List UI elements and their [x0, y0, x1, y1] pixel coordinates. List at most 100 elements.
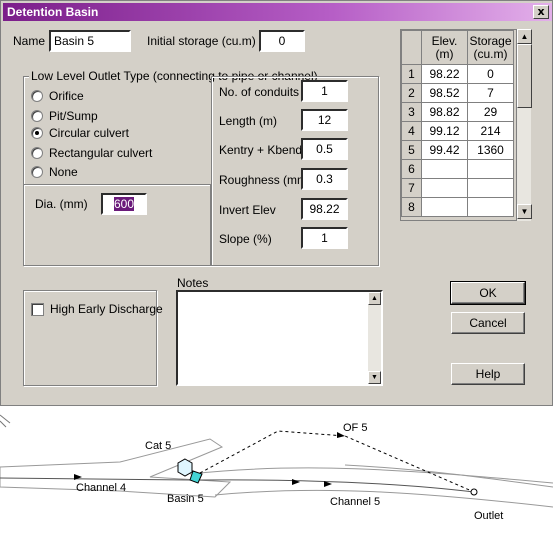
- storage-cell[interactable]: 1360: [467, 140, 514, 160]
- table-row: 8: [401, 197, 514, 217]
- invert-input[interactable]: 98.22: [301, 198, 348, 220]
- elev-cell[interactable]: [421, 178, 468, 198]
- high-early-checkbox[interactable]: High Early Discharge: [31, 302, 163, 316]
- table-row: 2 98.52 7: [401, 83, 514, 103]
- basin-node-icon[interactable]: [177, 458, 193, 477]
- length-label: Length (m): [219, 114, 278, 128]
- radio-label: Circular culvert: [49, 126, 130, 140]
- scroll-thumb[interactable]: [517, 44, 532, 108]
- storage-cell[interactable]: 29: [467, 102, 514, 122]
- kentry-input[interactable]: 0.5: [301, 138, 348, 160]
- channel-bank: [214, 489, 553, 508]
- high-early-label: High Early Discharge: [50, 302, 163, 316]
- kentry-label: Kentry + Kbends: [219, 143, 309, 157]
- row-number: 2: [401, 83, 422, 103]
- radio-label: Rectangular culvert: [49, 146, 153, 160]
- storage-table[interactable]: Elev. (m) Storage (cu.m) 1 98.22 0 2 98.52 7 3…: [400, 29, 530, 221]
- table-scrollbar[interactable]: ▲ ▼: [516, 29, 532, 221]
- storage-cell[interactable]: [467, 159, 514, 179]
- scroll-down-icon[interactable]: ▼: [517, 204, 532, 219]
- radio-dot-selected-icon: [31, 127, 43, 139]
- map-canvas: Cat 5 OF 5 Channel 4 Basin 5 Channel 5 O…: [0, 414, 553, 522]
- flow-arrow-icon: [292, 479, 300, 485]
- scroll-up-icon[interactable]: ▲: [517, 29, 532, 44]
- storage-cell[interactable]: [467, 197, 514, 217]
- detention-basin-dialog: Detention Basin x Name Basin 5 Initial s…: [0, 0, 553, 406]
- elev-cell[interactable]: [421, 197, 468, 217]
- radio-dot-icon: [31, 90, 43, 102]
- storage-cell[interactable]: 214: [467, 121, 514, 141]
- cancel-button[interactable]: Cancel: [451, 312, 525, 334]
- slope-label: Slope (%): [219, 232, 272, 246]
- table-row: 6: [401, 159, 514, 179]
- header-text: Storage: [469, 33, 512, 48]
- header-text: Elev.: [431, 33, 458, 48]
- radio-circular-culvert[interactable]: Circular culvert: [31, 126, 129, 140]
- channel-5-label: Channel 5: [330, 496, 380, 508]
- dia-value: 600: [113, 197, 135, 211]
- elev-cell[interactable]: 98.82: [421, 102, 468, 122]
- notes-label: Notes: [177, 276, 209, 290]
- row-number: 1: [401, 64, 422, 84]
- map-edge-line: [0, 420, 7, 428]
- table-row: 7: [401, 178, 514, 198]
- row-number: 4: [401, 121, 422, 141]
- elev-cell[interactable]: [421, 159, 468, 179]
- radio-dot-icon: [31, 147, 43, 159]
- invert-label: Invert Elev: [219, 203, 276, 217]
- radio-pit-sump[interactable]: Pit/Sump: [31, 109, 98, 123]
- roughness-input[interactable]: 0.3: [301, 168, 348, 190]
- elev-header: Elev. (m): [421, 30, 468, 65]
- table-row: 4 99.12 214: [401, 121, 514, 141]
- table-row: 3 98.82 29: [401, 102, 514, 122]
- cat-5-label: Cat 5: [145, 440, 171, 452]
- dia-label: Dia. (mm): [35, 197, 88, 211]
- radio-dot-icon: [31, 166, 43, 178]
- close-button[interactable]: x: [533, 5, 549, 19]
- slope-input[interactable]: 1: [301, 227, 348, 249]
- notes-scrollbar[interactable]: ▲ ▼: [368, 292, 381, 384]
- elev-cell[interactable]: 99.42: [421, 140, 468, 160]
- scroll-down-icon[interactable]: ▼: [368, 371, 381, 384]
- title-bar: Detention Basin x: [3, 3, 552, 21]
- row-number: 6: [401, 159, 422, 179]
- radio-orifice[interactable]: Orifice: [31, 89, 84, 103]
- table-row: 1 98.22 0: [401, 64, 514, 84]
- row-number: 5: [401, 140, 422, 160]
- help-button[interactable]: Help: [451, 363, 525, 385]
- scroll-up-icon[interactable]: ▲: [368, 292, 381, 305]
- length-input[interactable]: 12: [301, 109, 348, 131]
- notes-textarea[interactable]: ▲ ▼: [176, 290, 383, 386]
- elev-cell[interactable]: 99.12: [421, 121, 468, 141]
- radio-label: None: [49, 165, 78, 179]
- elev-cell[interactable]: 98.22: [421, 64, 468, 84]
- close-icon: x: [537, 5, 545, 18]
- elev-cell[interactable]: 98.52: [421, 83, 468, 103]
- storage-header: Storage (cu.m): [467, 30, 514, 65]
- name-label: Name: [13, 34, 46, 48]
- ok-button[interactable]: OK: [450, 281, 526, 305]
- conduits-label: No. of conduits: [219, 85, 300, 99]
- radio-label: Orifice: [49, 89, 84, 103]
- basin-5-label: Basin 5: [167, 493, 204, 505]
- storage-cell[interactable]: 7: [467, 83, 514, 103]
- outlet-label: Outlet: [474, 510, 503, 522]
- conduits-input[interactable]: 1: [301, 80, 348, 102]
- dia-input[interactable]: 600: [101, 193, 147, 215]
- roughness-label: Roughness (mm): [219, 173, 312, 187]
- overflow-route-line[interactable]: [199, 430, 475, 493]
- row-number: 3: [401, 102, 422, 122]
- storage-cell[interactable]: 0: [467, 64, 514, 84]
- row-number: 7: [401, 178, 422, 198]
- outlet-node-icon[interactable]: [470, 488, 478, 496]
- radio-none[interactable]: None: [31, 165, 78, 179]
- name-input[interactable]: Basin 5: [49, 30, 131, 52]
- network-map[interactable]: Cat 5 OF 5 Channel 4 Basin 5 Channel 5 O…: [0, 407, 553, 545]
- radio-rectangular-culvert[interactable]: Rectangular culvert: [31, 146, 152, 160]
- window-title: Detention Basin: [7, 5, 99, 19]
- header-text: (m): [435, 46, 454, 61]
- storage-cell[interactable]: [467, 178, 514, 198]
- header-text: (cu.m): [473, 46, 508, 61]
- row-number: 8: [401, 197, 422, 217]
- initial-storage-input[interactable]: 0: [259, 30, 305, 52]
